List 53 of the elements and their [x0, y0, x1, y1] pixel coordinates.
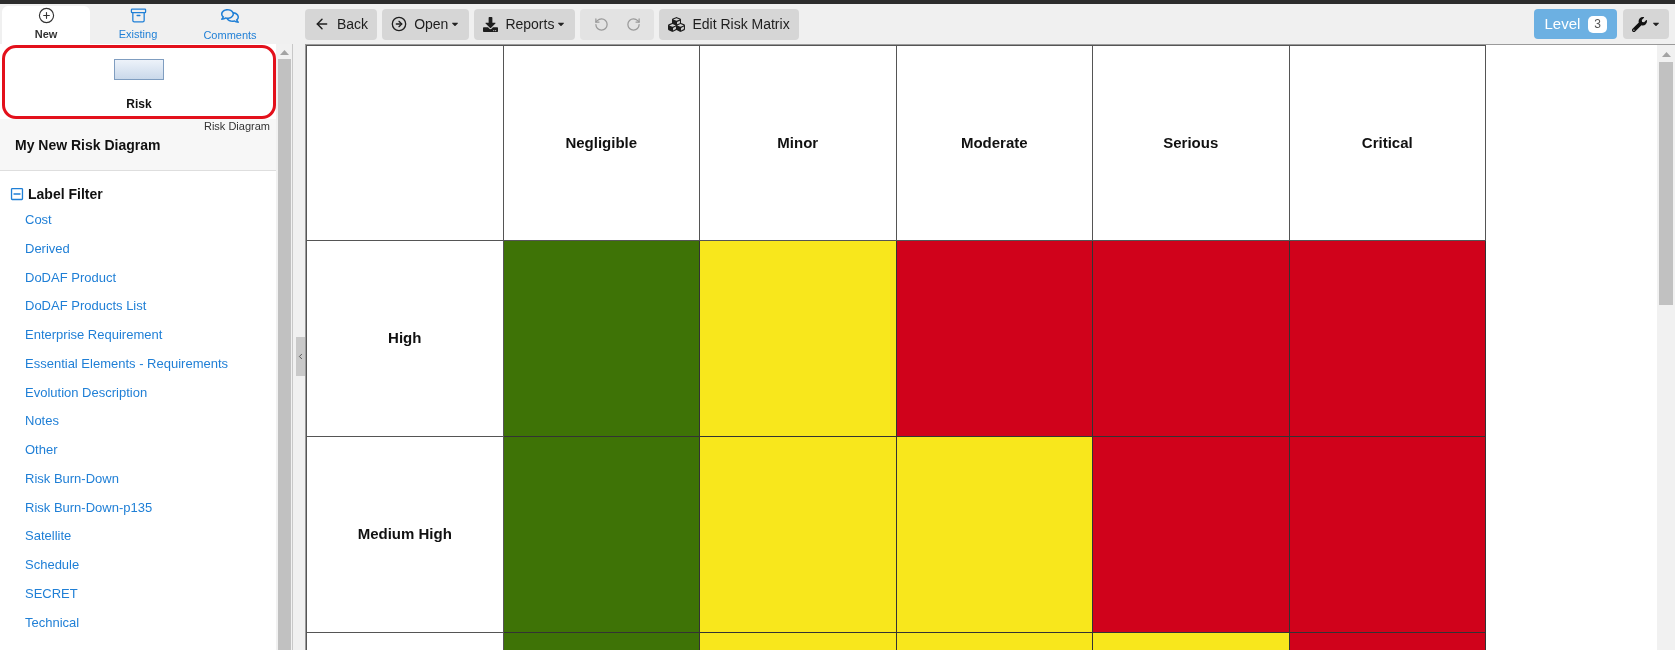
chat-bubbles-icon	[221, 6, 239, 25]
row-heading: High	[388, 328, 422, 349]
cubes-icon	[668, 15, 686, 33]
label-filter-link[interactable]: Satellite	[25, 522, 72, 551]
add-icon	[37, 7, 55, 25]
undo-icon	[593, 16, 609, 32]
toolbar-button[interactable]: Back	[305, 8, 378, 40]
label-filter-link[interactable]: Essential Elements - Requirements	[25, 349, 229, 379]
circle-arrow-right-icon	[391, 16, 408, 32]
dropdown-button[interactable]: Reports	[474, 8, 576, 40]
column-heading: Minor	[777, 132, 819, 153]
sidebar-tab[interactable]: Existing	[94, 6, 182, 44]
collapse-handle[interactable]	[296, 337, 305, 376]
label-filter-link[interactable]: Enterprise Requirement	[25, 321, 163, 350]
redo-icon	[625, 16, 641, 32]
diagram-type-caption: Risk Diagram	[204, 120, 270, 133]
label-filter-link[interactable]: DoDAF Product	[25, 263, 117, 293]
diagram-title: My New Risk Diagram	[15, 136, 161, 154]
level-count-badge: 3	[1588, 15, 1607, 33]
scroll-up-icon[interactable]	[279, 50, 289, 55]
wrench-icon	[1631, 16, 1647, 32]
archive-box-icon	[129, 7, 147, 25]
label-filter-link[interactable]: Risk Burn-Down	[25, 464, 119, 494]
arrow-left-icon	[314, 16, 330, 32]
label-filter-link[interactable]: Risk Burn-Down-p135	[25, 493, 153, 523]
label-filter-link[interactable]: Derived	[25, 234, 70, 264]
chevron-left-icon	[296, 351, 305, 362]
dropdown-button[interactable]: Open	[382, 8, 470, 40]
label-filter-link[interactable]: Technical	[25, 608, 80, 638]
label-filter-link[interactable]: Schedule	[25, 551, 80, 580]
label-filter-link[interactable]: Notes	[25, 407, 59, 436]
toolbar-button[interactable]: Edit Risk Matrix	[659, 8, 799, 40]
download-icon	[483, 16, 499, 32]
palette-item[interactable]: Risk	[2, 45, 276, 119]
row-heading: Medium High	[357, 524, 452, 545]
settings-menu-button[interactable]	[1623, 9, 1669, 39]
column-heading: Serious	[1163, 132, 1219, 153]
sidebar-tab[interactable]: New	[2, 6, 90, 44]
rectangle-shape-icon	[114, 59, 164, 80]
column-heading: Negligible	[565, 132, 638, 153]
label-filter-toggle[interactable]: Label Filter	[10, 185, 103, 203]
sidebar-tab[interactable]: Comments	[186, 6, 274, 44]
scrollbar-thumb[interactable]	[1659, 62, 1673, 305]
scroll-up-icon[interactable]	[1661, 52, 1671, 57]
column-heading: Critical	[1361, 132, 1413, 153]
label-filter-link[interactable]: DoDAF Products List	[25, 292, 147, 321]
label-filter-link[interactable]: Other	[25, 436, 58, 465]
label-filter-link[interactable]: Cost	[25, 206, 52, 235]
label-filter-link[interactable]: Evolution Description	[25, 378, 148, 408]
level-button[interactable]: Level 3	[1534, 9, 1617, 39]
label-filter-link[interactable]: SECRET	[25, 579, 78, 609]
collapse-icon	[10, 187, 24, 201]
column-heading: Moderate	[960, 132, 1028, 153]
